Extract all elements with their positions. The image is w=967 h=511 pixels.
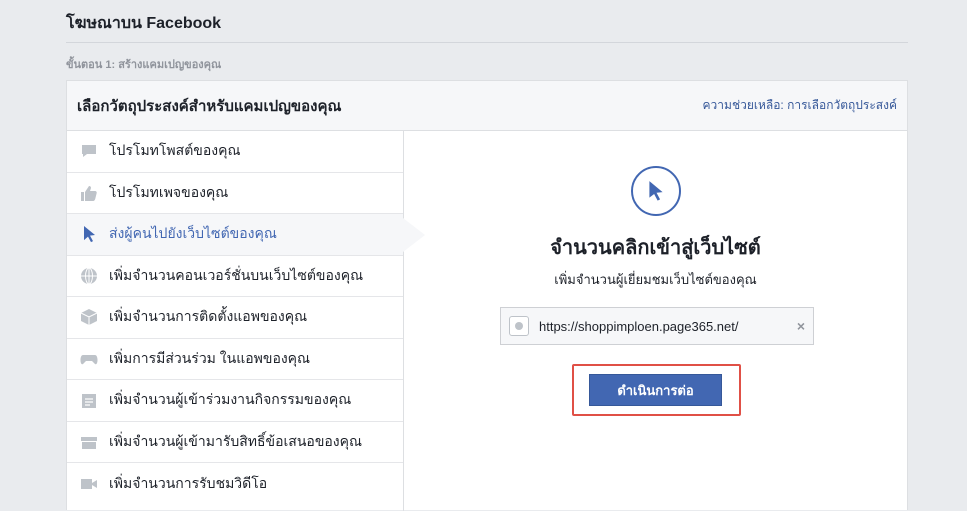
cursor-icon [631,166,681,216]
objective-label: เพิ่มจำนวนผู้เข้ามารับสิทธิ์ข้อเสนอของคุ… [109,432,362,449]
panel-header: เลือกวัตถุประสงค์สำหรับแคมเปญของคุณ ความ… [67,81,907,131]
website-url-field[interactable]: https://shoppimploen.page365.net/ × [500,307,814,345]
calendar-icon [79,390,99,410]
cursor-icon [79,224,99,244]
step-label: ขั้นตอน 1: สร้างแคมเปญของคุณ [66,59,222,71]
objective-website-clicks[interactable]: ส่งผู้คนไปยังเว็บไซต์ของคุณ [67,214,425,256]
objective-video-views[interactable]: เพิ่มจำนวนการรับชมวิดีโอ [67,463,403,505]
website-url-value[interactable]: https://shoppimploen.page365.net/ [539,319,797,334]
objective-label: โปรโมทเพจของคุณ [109,183,229,200]
objective-list: โปรโมทโพสต์ของคุณ โปรโมทเพจของคุณ ส่งผู้… [67,131,425,511]
objective-label: เพิ่มจำนวนการติดตั้งแอพของคุณ [109,308,308,325]
objective-label: เพิ่มจำนวนการรับชมวิดีโอ [109,474,268,491]
like-icon [79,183,99,203]
website-icon [509,316,529,336]
objective-offer-claims[interactable]: เพิ่มจำนวนผู้เข้ามารับสิทธิ์ข้อเสนอของคุ… [67,422,403,463]
objective-label: ส่งผู้คนไปยังเว็บไซต์ของคุณ [109,225,277,242]
panel-title: เลือกวัตถุประสงค์สำหรับแคมเปญของคุณ [77,97,342,115]
detail-title: จำนวนคลิกเข้าสู่เว็บไซต์ [550,237,761,259]
gamepad-icon [79,349,99,369]
box-icon [79,307,99,327]
post-icon [79,141,99,161]
objective-label: เพิ่มจำนวนคอนเวอร์ชั่นบนเว็บไซต์ของคุณ [109,266,364,283]
continue-button[interactable]: ดำเนินการต่อ [589,374,722,406]
objective-app-installs[interactable]: เพิ่มจำนวนการติดตั้งแอพของคุณ [67,297,403,339]
objective-panel: เลือกวัตถุประสงค์สำหรับแคมเปญของคุณ ความ… [66,80,908,511]
clear-icon[interactable]: × [797,318,805,334]
objective-promote-page[interactable]: โปรโมทเพจของคุณ [67,173,403,214]
page-title: โฆษณาบน Facebook [66,15,222,32]
objective-label: เพิ่มจำนวนผู้เข้าร่วมงานกิจกรรมของคุณ [109,391,352,408]
globe-icon [79,266,99,286]
objective-label: เพิ่มการมีส่วนร่วม ในแอพของคุณ [109,349,311,366]
objective-label: โปรโมทโพสต์ของคุณ [109,142,241,159]
objective-promote-post[interactable]: โปรโมทโพสต์ของคุณ [67,131,403,173]
objective-website-conversions[interactable]: เพิ่มจำนวนคอนเวอร์ชั่นบนเว็บไซต์ของคุณ [67,256,403,297]
help-link[interactable]: ความช่วยเหลือ: การเลือกวัตถุประสงค์ [703,96,897,115]
objective-event-responses[interactable]: เพิ่มจำนวนผู้เข้าร่วมงานกิจกรรมของคุณ [67,380,403,422]
objective-detail: จำนวนคลิกเข้าสู่เว็บไซต์ เพิ่มจำนวนผู้เย… [404,131,907,511]
offer-icon [79,432,99,452]
detail-subtitle: เพิ่มจำนวนผู้เยี่ยมชมเว็บไซต์ของคุณ [554,272,757,287]
objective-app-engagement[interactable]: เพิ่มการมีส่วนร่วม ในแอพของคุณ [67,339,403,380]
video-icon [79,474,99,494]
title-divider [66,42,908,43]
